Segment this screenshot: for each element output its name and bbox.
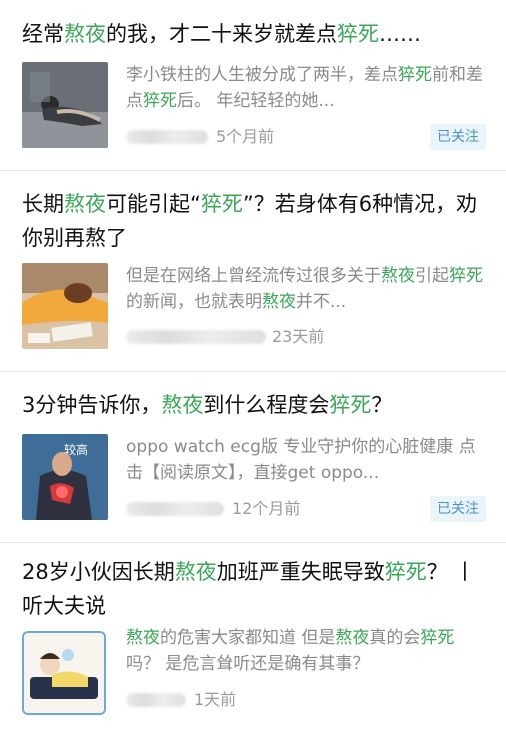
highlighted-keyword: 熬夜 — [381, 266, 415, 286]
source-name-blurred — [126, 502, 224, 516]
article-snippet: 李小铁柱的人生被分成了两半，差点猝死前和差点猝死后。 年纪轻轻的她... — [126, 62, 486, 114]
article-meta: 1天前 — [126, 687, 486, 713]
chest-pain-illustration-thumbnail: 较高 — [22, 434, 108, 520]
text-segment: 李小铁柱的人生被分成了两半，差点 — [126, 65, 398, 85]
text-segment: 并不... — [296, 292, 347, 312]
text-segment: 的新闻，也就表明 — [126, 292, 262, 312]
highlighted-keyword: 猝死 — [337, 22, 379, 46]
highlighted-keyword: 猝死 — [384, 560, 427, 584]
cartoon-person-sleeping-thumbnail — [22, 631, 106, 715]
source-name-blurred — [126, 330, 266, 344]
article-title[interactable]: 3分钟告诉你，熬夜到什么程度会猝死？ — [22, 388, 486, 422]
highlighted-keyword: 熬夜 — [262, 292, 296, 312]
highlighted-keyword: 猝死 — [398, 65, 432, 85]
text-segment: 吗？ 是危言耸听还是确有其事？ — [126, 654, 370, 674]
highlighted-keyword: 猝死 — [143, 91, 177, 111]
source-name-blurred — [126, 693, 186, 707]
article-card-1[interactable]: 经常熬夜的我，才二十来岁就差点猝死…… 李小铁柱的人生被分成了两半，差点猝死前和… — [0, 0, 506, 171]
highlighted-keyword: 猝死 — [449, 266, 483, 286]
article-snippet: 熬夜的危害大家都知道 但是熬夜真的会猝死吗？ 是危言耸听还是确有其事？ — [126, 625, 486, 677]
highlighted-keyword: 熬夜 — [64, 22, 106, 46]
text-segment: 3分钟告诉你， — [22, 393, 162, 417]
article-meta: 23天前 — [126, 324, 486, 350]
publish-time: 12个月前 — [232, 499, 301, 518]
article-snippet: 但是在网络上曾经流传过很多关于熬夜引起猝死的新闻，也就表明熬夜并不... — [126, 263, 486, 315]
publish-time: 23天前 — [272, 327, 325, 346]
article-snippet: oppo watch ecg版 专业守护你的心脏健康 点击【阅读原文】，直接ge… — [126, 434, 486, 486]
highlighted-keyword: 熬夜 — [64, 192, 106, 216]
followed-badge[interactable]: 已关注 — [430, 124, 486, 150]
highlighted-keyword: 熬夜 — [161, 393, 204, 417]
article-card-3[interactable]: 3分钟告诉你，熬夜到什么程度会猝死？ 较高 oppo watch ecg版 专业… — [0, 372, 506, 543]
text-segment: 真的会 — [369, 628, 421, 648]
text-segment: 经常 — [22, 22, 64, 46]
highlighted-keyword: 熬夜 — [126, 628, 160, 648]
text-segment: 的我，才二十来岁就差点 — [106, 22, 337, 46]
article-title[interactable]: 28岁小伙因长期熬夜加班严重失眠导致猝死？ 丨听大夫说 — [22, 555, 486, 623]
text-segment: …… — [379, 22, 421, 46]
highlighted-keyword: 猝死 — [420, 628, 455, 648]
text-segment: 加班严重失眠导致 — [216, 560, 385, 584]
highlighted-keyword: 熬夜 — [174, 560, 217, 584]
text-segment: 但是在网络上曾经流传过很多关于 — [126, 266, 381, 286]
article-meta: 5个月前 已关注 — [126, 124, 486, 150]
article-card-4[interactable]: 28岁小伙因长期熬夜加班严重失眠导致猝死？ 丨听大夫说 熬夜的危害大家都知道 但… — [0, 543, 506, 733]
text-segment: 引起 — [415, 266, 449, 286]
text-segment: oppo watch ecg版 专业守护你的心脏健康 点击【阅读原文】，直接ge… — [126, 437, 476, 483]
text-segment: 后。 年纪轻轻的她... — [177, 91, 335, 111]
highlighted-keyword: 猝死 — [200, 192, 243, 216]
publish-time: 5个月前 — [216, 127, 275, 146]
text-segment: ？ — [371, 393, 393, 417]
sleeping-woman-on-floor-thumbnail — [22, 62, 108, 148]
followed-badge[interactable]: 已关注 — [430, 496, 486, 522]
article-card-2[interactable]: 长期熬夜可能引起“猝死”？若身体有6种情况，劝你别再熬了 但是在网络上曾经流传过… — [0, 171, 506, 372]
publish-time: 1天前 — [194, 690, 237, 709]
highlighted-keyword: 熬夜 — [335, 628, 370, 648]
source-name-blurred — [126, 130, 208, 144]
text-segment: 28岁小伙因长期 — [22, 560, 175, 584]
text-segment: 长期 — [22, 192, 64, 216]
text-segment: 可能引起“ — [106, 192, 201, 216]
article-title[interactable]: 经常熬夜的我，才二十来岁就差点猝死…… — [22, 17, 486, 51]
woman-asleep-on-desk-thumbnail — [22, 263, 108, 349]
highlighted-keyword: 猝死 — [329, 393, 372, 417]
text-segment: 的危害大家都知道 但是 — [160, 628, 336, 648]
article-meta: 12个月前 已关注 — [126, 496, 486, 522]
article-title[interactable]: 长期熬夜可能引起“猝死”？若身体有6种情况，劝你别再熬了 — [22, 187, 486, 255]
text-segment: 到什么程度会 — [203, 393, 330, 417]
